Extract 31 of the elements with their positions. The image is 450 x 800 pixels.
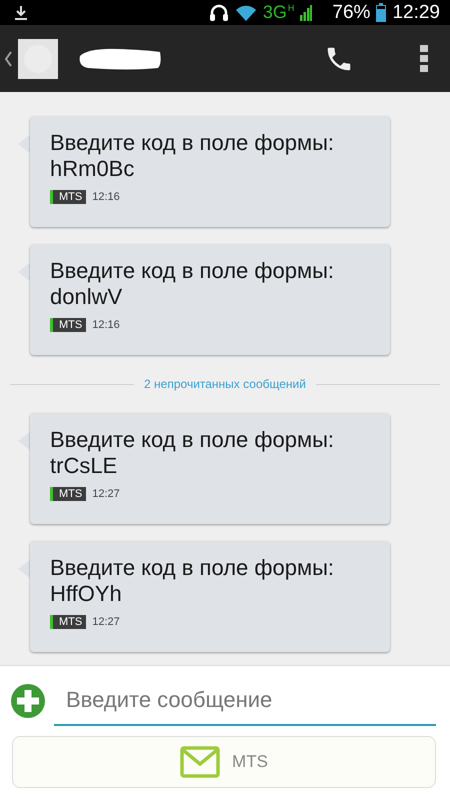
back-icon[interactable] [4,50,12,66]
clock: 12:29 [392,2,440,24]
headphones-icon [208,4,229,22]
avatar-icon [18,38,58,78]
network-type: 3G [262,2,287,23]
message-bubble[interactable]: Введите код в поле формы: donlwV MTS 12:16 [30,244,390,355]
message-bubble[interactable]: Введите код в поле формы: HffOYh MTS 12:27 [30,541,390,652]
sim-label: MTS [50,190,86,204]
message-bubble[interactable]: Введите код в поле формы: hRm0Bc MTS 12:16 [30,116,390,227]
envelope-icon [180,746,220,778]
more-options-icon[interactable] [420,44,428,72]
add-attachment-icon[interactable] [10,683,46,719]
message-time: 12:27 [92,488,120,500]
message-bubble[interactable]: Введите код в поле формы: trCsLE MTS 12:27 [30,413,390,524]
battery-percent: 76% [332,2,370,24]
message-text: Введите код в поле формы: HffOYh [50,555,336,607]
message-text: Введите код в поле формы: trCsLE [50,427,336,479]
message-text: Введите код в поле формы: hRm0Bc [50,130,336,182]
message-time: 12:27 [92,616,120,628]
download-icon [14,4,28,20]
message-text: Введите код в поле формы: donlwV [50,258,336,310]
message-time: 12:16 [92,191,120,203]
sim-label: MTS [50,487,86,501]
sim-label: MTS [50,615,86,629]
sim-label: MTS [50,318,86,332]
wifi-icon [234,4,257,20]
unread-divider-label: 2 непрочитанных сообщений [144,377,306,391]
network-subtype-label: H [288,3,294,13]
message-time: 12:16 [92,319,120,331]
signal-icon [300,4,312,20]
battery-icon [376,3,386,22]
